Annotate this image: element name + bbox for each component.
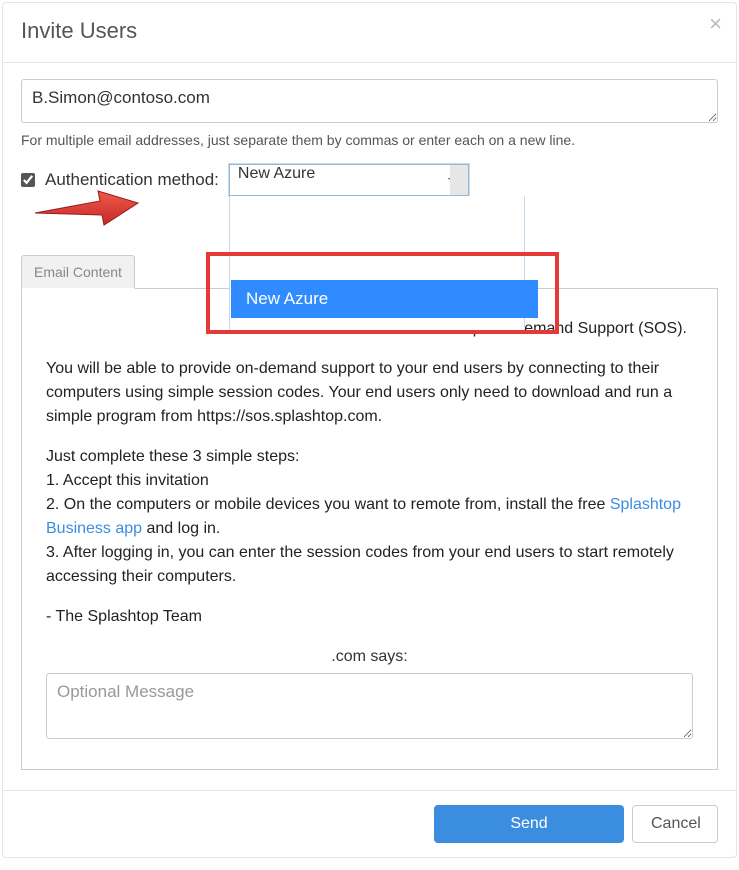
email-step-1: 1. Accept this invitation [46,469,693,493]
auth-method-checkbox[interactable] [21,173,35,187]
email-addresses-input[interactable] [21,79,718,123]
auth-method-selected-value: New Azure [238,165,315,182]
auth-method-row: Authentication method: New Azure [21,164,718,196]
invite-users-modal: Invite Users × For multiple email addres… [2,2,737,858]
close-icon[interactable]: × [709,13,722,35]
send-button[interactable]: Send [434,805,624,843]
email-step-3: 3. After logging in, you can enter the s… [46,541,693,589]
auth-method-select[interactable]: New Azure [229,164,469,196]
email-content-tabs: Email Content ashtop On-Demand Support (… [21,254,718,770]
tab-email-content[interactable]: Email Content [21,255,135,289]
modal-footer: Send Cancel [3,790,736,857]
auth-method-label: Authentication method: [45,170,219,190]
email-step-2: 2. On the computers or mobile devices yo… [46,493,693,541]
modal-header: Invite Users × [3,3,736,63]
email-p2: You will be able to provide on-demand su… [46,357,693,429]
dropdown-option-new-azure[interactable]: New Azure [231,280,538,318]
optional-message-input[interactable] [46,673,693,739]
email-steps-intro: Just complete these 3 simple steps: [46,445,693,469]
email-content-panel: ashtop On-Demand Support (SOS). You will… [21,288,718,770]
cancel-button[interactable]: Cancel [632,805,718,843]
email-signoff: - The Splashtop Team [46,605,693,629]
email-help-text: For multiple email addresses, just separ… [21,132,718,148]
modal-title: Invite Users [21,18,718,44]
com-says-text: .com says: [46,645,693,669]
modal-body: For multiple email addresses, just separ… [3,63,736,790]
auth-method-select-wrapper: New Azure [229,164,469,196]
